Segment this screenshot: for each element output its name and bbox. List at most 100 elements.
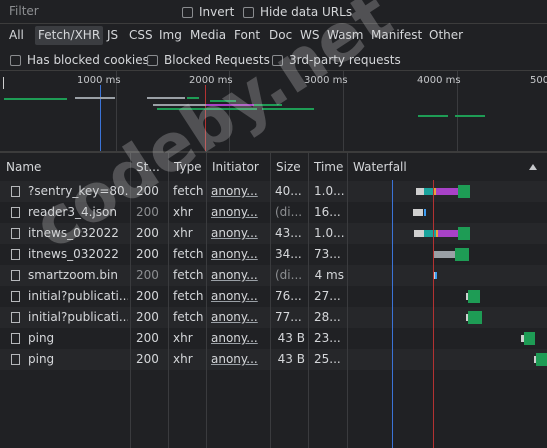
type-fetch-xhr[interactable]: Fetch/XHR xyxy=(35,26,104,45)
dom-content-loaded-line xyxy=(100,85,101,151)
table-row[interactable]: initial?publicati... 200 fetch anony... 77..… xyxy=(0,307,547,328)
overview-bar xyxy=(75,97,115,99)
column-initiator-header[interactable]: Initiator xyxy=(206,153,270,181)
column-time-header[interactable]: Time xyxy=(308,153,348,181)
blocked-requests-checkbox[interactable] xyxy=(147,54,158,66)
request-size: 77... xyxy=(275,310,302,324)
load-event-line xyxy=(205,85,206,151)
request-type: xhr xyxy=(173,205,193,219)
type-other[interactable]: Other xyxy=(426,26,466,45)
type-font[interactable]: Font xyxy=(231,26,263,45)
waterfall-segment xyxy=(436,188,458,195)
request-initiator[interactable]: anony... xyxy=(211,223,267,244)
request-initiator[interactable]: anony... xyxy=(211,349,267,370)
request-time: 23... xyxy=(314,331,341,345)
type-all[interactable]: All xyxy=(6,26,27,45)
table-row[interactable]: ping 200 xhr anony... 43 B 25... xyxy=(0,349,547,370)
overview-bar xyxy=(455,115,485,117)
request-status: 200 xyxy=(136,226,159,240)
type-media[interactable]: Media xyxy=(187,26,229,45)
third-party-checkbox[interactable] xyxy=(272,54,283,66)
column-divider[interactable] xyxy=(308,153,309,448)
request-name: smartzoom.bin xyxy=(28,268,118,282)
invert-label: Invert xyxy=(199,5,235,19)
file-icon xyxy=(11,333,20,344)
column-name-header[interactable]: Name xyxy=(0,153,130,181)
request-size: 43... xyxy=(275,226,302,240)
hide-data-urls-label: Hide data URLs xyxy=(260,5,353,19)
table-row[interactable]: initial?publicati... 200 fetch anony... 76..… xyxy=(0,286,547,307)
table-row[interactable]: reader3_4.json 200 xhr anony... (di... 16... xyxy=(0,202,547,223)
column-waterfall-header[interactable]: Waterfall xyxy=(347,153,527,181)
request-initiator[interactable]: anony... xyxy=(211,307,267,328)
request-initiator[interactable]: anony... xyxy=(211,286,267,307)
table-row[interactable]: smartzoom.bin 200 fetch anony... (di... 4 ms xyxy=(0,265,547,286)
column-status-header[interactable]: St... xyxy=(130,153,168,181)
request-size: (di... xyxy=(275,268,303,282)
tick-label: 500 xyxy=(530,75,547,86)
overview-bar xyxy=(418,115,448,117)
blocked-requests-option[interactable]: Blocked Requests xyxy=(147,53,270,67)
request-type: fetch xyxy=(173,310,204,324)
request-time: 16... xyxy=(314,205,341,219)
third-party-option[interactable]: 3rd-party requests xyxy=(272,53,401,67)
column-divider[interactable] xyxy=(206,153,207,448)
waterfall-segment xyxy=(536,353,547,366)
type-wasm[interactable]: Wasm xyxy=(324,26,366,45)
type-css[interactable]: CSS xyxy=(126,26,156,45)
hide-data-urls-option[interactable]: Hide data URLs xyxy=(243,5,352,19)
table-row[interactable]: ping 200 xhr anony... 43 B 23... xyxy=(0,328,547,349)
waterfall-segment xyxy=(458,185,470,198)
hide-data-urls-checkbox[interactable] xyxy=(243,6,254,18)
request-initiator[interactable]: anony... xyxy=(211,244,267,265)
table-row[interactable]: itnews_032022 200 fetch anony... 34... 73... xyxy=(0,244,547,265)
request-initiator[interactable]: anony... xyxy=(211,265,267,286)
tick-label: 4000 ms xyxy=(417,75,461,86)
column-size-header[interactable]: Size xyxy=(270,153,308,181)
request-initiator[interactable]: anony... xyxy=(211,328,267,349)
column-type-header[interactable]: Type xyxy=(168,153,206,181)
type-manifest[interactable]: Manifest xyxy=(368,26,425,45)
request-time: 28... xyxy=(314,310,341,324)
dom-content-loaded-marker xyxy=(392,180,393,448)
request-initiator[interactable]: anony... xyxy=(211,181,267,202)
overview-bar xyxy=(262,108,314,110)
table-row[interactable]: ?sentry_key=80... 200 fetch anony... 40... 1.… xyxy=(0,181,547,202)
file-icon xyxy=(11,312,20,323)
waterfall-segment xyxy=(455,248,469,261)
load-event-marker xyxy=(433,180,434,448)
request-initiator[interactable]: anony... xyxy=(211,202,267,223)
column-divider[interactable] xyxy=(130,153,131,448)
filter-input[interactable] xyxy=(0,0,181,22)
type-js[interactable]: JS xyxy=(104,26,121,45)
type-ws[interactable]: WS xyxy=(297,26,322,45)
type-doc[interactable]: Doc xyxy=(266,26,295,45)
file-icon xyxy=(11,354,20,365)
invert-checkbox[interactable] xyxy=(182,6,193,18)
request-status: 200 xyxy=(136,205,159,219)
blocked-cookies-option[interactable]: Has blocked cookies xyxy=(10,53,149,67)
invert-option[interactable]: Invert xyxy=(182,5,234,19)
blocked-cookies-checkbox[interactable] xyxy=(10,54,21,66)
sort-ascending-icon[interactable] xyxy=(529,164,537,170)
column-divider[interactable] xyxy=(347,153,348,448)
column-divider[interactable] xyxy=(270,153,271,448)
request-size: 43 B xyxy=(277,352,305,366)
overview-bar xyxy=(254,104,282,106)
request-name: ?sentry_key=80... xyxy=(28,184,128,198)
request-time: 73... xyxy=(314,247,341,261)
request-time: 4 ms xyxy=(314,268,344,282)
file-icon xyxy=(11,207,20,218)
tick-label: 3000 ms xyxy=(304,75,348,86)
request-name: itnews_032022 xyxy=(28,247,119,261)
request-time: 25... xyxy=(314,352,341,366)
table-row[interactable]: itnews_032022 200 xhr anony... 43... 1.0... xyxy=(0,223,547,244)
selection-handle[interactable] xyxy=(3,77,4,89)
file-icon xyxy=(11,186,20,197)
request-status: 200 xyxy=(136,289,159,303)
waterfall-segment xyxy=(468,290,480,303)
filter-bar: Invert Hide data URLs xyxy=(0,0,547,24)
type-img[interactable]: Img xyxy=(156,26,185,45)
column-divider[interactable] xyxy=(168,153,169,448)
timeline-overview[interactable]: 1000 ms 2000 ms 3000 ms 4000 ms 500 xyxy=(0,71,547,152)
